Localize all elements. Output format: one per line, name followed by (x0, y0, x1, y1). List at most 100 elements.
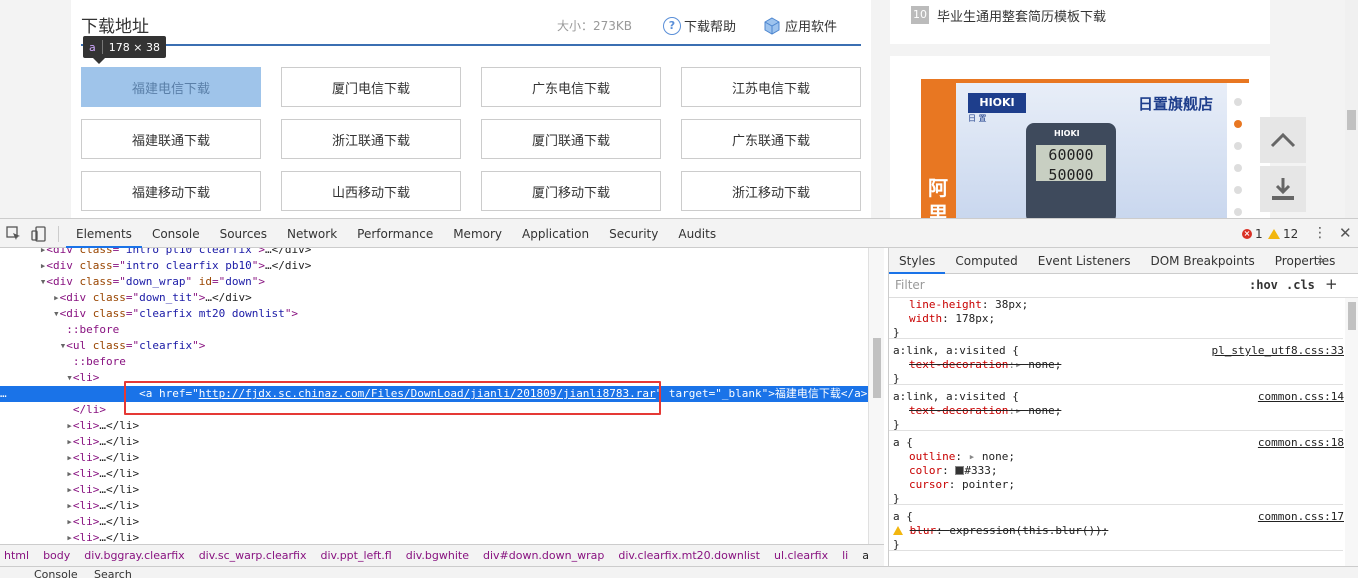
download-button[interactable]: 厦门联通下载 (481, 119, 661, 159)
breadcrumb-item[interactable]: div.bgwhite (406, 549, 469, 562)
cls-toggle[interactable]: .cls (1286, 278, 1315, 292)
tab-application[interactable]: Application (512, 219, 599, 248)
page-scrollbar-thumb[interactable] (1347, 110, 1356, 130)
more-tabs-icon[interactable]: » (1317, 253, 1324, 267)
download-float-button[interactable] (1260, 166, 1306, 212)
drawer-tab-console[interactable]: Console (34, 568, 78, 578)
more-options-icon[interactable]: ⋮ (1313, 225, 1327, 241)
rule-selector[interactable]: a:link, a:visited { (893, 390, 1019, 404)
dom-node[interactable]: ▸<div class="intro clearfix pb10">…</div… (0, 258, 868, 274)
device-toolbar-icon[interactable] (31, 226, 47, 242)
dom-node[interactable]: ▸<li>…</li> (0, 466, 868, 482)
rule-source-link[interactable]: common.css:18 (1258, 436, 1344, 450)
download-button[interactable]: 福建电信下载 (81, 67, 261, 107)
download-button[interactable]: 厦门电信下载 (281, 67, 461, 107)
error-counter[interactable]: × 1 (1242, 227, 1263, 241)
back-to-top-button[interactable] (1260, 117, 1306, 163)
styles-tab-event-listeners[interactable]: Event Listeners (1028, 248, 1141, 274)
download-button[interactable]: 江苏电信下载 (681, 67, 861, 107)
styles-tab-computed[interactable]: Computed (945, 248, 1027, 274)
carousel-dot[interactable] (1234, 98, 1242, 106)
dom-node[interactable]: ▸<li>…</li> (0, 498, 868, 514)
rule-selector[interactable]: a { (893, 436, 913, 450)
dom-node[interactable]: ▸<li>…</li> (0, 482, 868, 498)
rule-selector[interactable]: a:link, a:visited { (893, 344, 1019, 358)
elements-scrollbar-thumb[interactable] (873, 338, 881, 398)
dom-node[interactable]: ▸<div class="down_tit">…</div> (0, 290, 868, 306)
download-button[interactable]: 广东电信下载 (481, 67, 661, 107)
dom-node[interactable]: ▸<li>…</li> (0, 450, 868, 466)
css-property[interactable]: outline: ▸ none; (909, 450, 1015, 464)
breadcrumb-item[interactable]: div#down.down_wrap (483, 549, 604, 562)
close-devtools-icon[interactable]: ✕ (1339, 224, 1352, 242)
download-button[interactable]: 广东联通下载 (681, 119, 861, 159)
breadcrumb-item[interactable]: html (4, 549, 29, 562)
breadcrumb-item[interactable]: a (862, 549, 869, 562)
css-property[interactable]: width: 178px; (909, 312, 995, 326)
dom-node[interactable]: ▾<ul class="clearfix"> (0, 338, 868, 354)
carousel-dot[interactable] (1234, 208, 1242, 216)
dom-node[interactable]: ▸<li>…</li> (0, 418, 868, 434)
dom-node[interactable]: ::before (0, 354, 868, 370)
styles-tab-properties[interactable]: Properties (1265, 248, 1346, 274)
dom-node[interactable]: ▸<li>…</li> (0, 434, 868, 450)
tab-memory[interactable]: Memory (443, 219, 512, 248)
styles-scrollbar-thumb[interactable] (1348, 302, 1356, 330)
download-button[interactable]: 福建联通下载 (81, 119, 261, 159)
dom-node[interactable]: ::before (0, 322, 868, 338)
download-button[interactable]: 浙江联通下载 (281, 119, 461, 159)
breadcrumb-item[interactable]: div.clearfix.mt20.downlist (618, 549, 760, 562)
ad-banner[interactable]: 阿里 HIOKI 日 置 日置旗舰店 HIOKI 60000 50000 (921, 79, 1249, 218)
dom-node[interactable]: ▸<li>…</li> (0, 514, 868, 530)
rule-source-link[interactable]: common.css:17 (1258, 510, 1344, 524)
styles-tab-styles[interactable]: Styles (889, 248, 946, 274)
new-rule-icon[interactable]: + (1325, 275, 1338, 293)
rank-link[interactable]: 毕业生通用整套简历模板下载 (937, 6, 1106, 25)
tab-console[interactable]: Console (142, 219, 210, 248)
elements-scrollbar[interactable] (868, 248, 884, 544)
css-property[interactable]: line-height: 38px; (909, 298, 1028, 312)
css-property[interactable]: blur: expression(this.blur()); (893, 524, 1108, 538)
breadcrumb-item[interactable]: body (43, 549, 70, 562)
download-button[interactable]: 山西移动下载 (281, 171, 461, 211)
rule-source-link[interactable]: common.css:14 (1258, 390, 1344, 404)
download-button[interactable]: 厦门移动下载 (481, 171, 661, 211)
css-property[interactable]: color: #333; (909, 464, 998, 478)
inspect-element-icon[interactable] (6, 226, 22, 242)
styles-scrollbar[interactable] (1345, 298, 1358, 566)
warning-counter[interactable]: 12 (1268, 227, 1298, 241)
tab-elements[interactable]: Elements (66, 219, 142, 248)
software-link[interactable]: 应用软件 (763, 16, 837, 35)
download-button[interactable]: 浙江移动下载 (681, 171, 861, 211)
dom-node[interactable]: ▸<li>…</li> (0, 530, 868, 544)
styles-tab-dom-breakpoints[interactable]: DOM Breakpoints (1140, 248, 1264, 274)
drawer-tab-search[interactable]: Search (94, 568, 132, 578)
hov-toggle[interactable]: :hov (1249, 278, 1278, 292)
breadcrumb-item[interactable]: ul.clearfix (774, 549, 828, 562)
dom-node[interactable]: ▾<div class="clearfix mt20 downlist"> (0, 306, 868, 322)
page-scrollbar[interactable] (1345, 0, 1358, 218)
rule-source-link[interactable]: pl_style_utf8.css:33 (1212, 344, 1344, 358)
tab-security[interactable]: Security (599, 219, 668, 248)
breadcrumb-item[interactable]: div.ppt_left.fl (321, 549, 392, 562)
styles-filter-input[interactable]: Filter (895, 278, 1235, 294)
css-property[interactable]: cursor: pointer; (909, 478, 1015, 492)
css-property[interactable]: text-decoration:▸ none; (909, 404, 1061, 418)
carousel-dot[interactable] (1234, 186, 1242, 194)
breadcrumb-item[interactable]: div.bggray.clearfix (84, 549, 184, 562)
breadcrumb-item[interactable]: li (842, 549, 848, 562)
carousel-dot-active[interactable] (1234, 120, 1242, 128)
rule-selector[interactable]: a { (893, 510, 913, 524)
css-property[interactable]: text-decoration:▸ none; (909, 358, 1061, 372)
tab-audits[interactable]: Audits (668, 219, 726, 248)
download-button[interactable]: 福建移动下载 (81, 171, 261, 211)
breadcrumb-item[interactable]: div.sc_warp.clearfix (199, 549, 307, 562)
tab-performance[interactable]: Performance (347, 219, 443, 248)
dom-node[interactable]: ▸<div class="intro pt10 clearfix">…</div… (0, 248, 868, 258)
tab-network[interactable]: Network (277, 219, 347, 248)
tab-sources[interactable]: Sources (210, 219, 277, 248)
dom-node[interactable]: ▾<div class="down_wrap" id="down"> (0, 274, 868, 290)
carousel-dot[interactable] (1234, 164, 1242, 172)
carousel-dot[interactable] (1234, 142, 1242, 150)
download-help-link[interactable]: ? 下载帮助 (663, 16, 736, 35)
